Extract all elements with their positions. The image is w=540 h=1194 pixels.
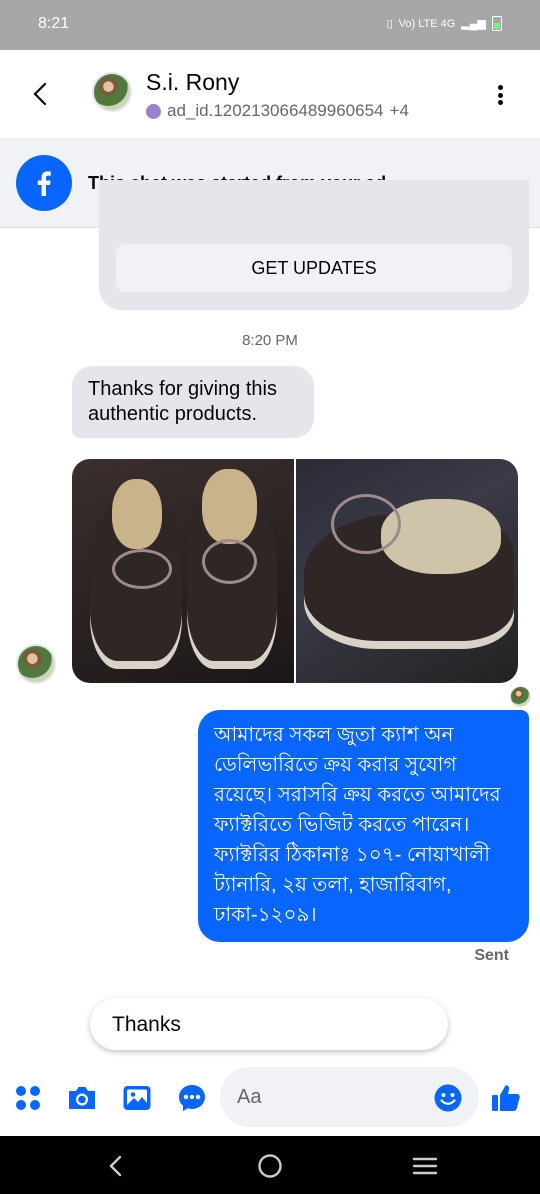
status-time: 8:21 (38, 15, 70, 32)
insole-shape (202, 469, 257, 544)
shoe-photo-2[interactable] (296, 459, 518, 683)
status-icons: ▯ Vo) LTE 4G ▂▄▆ (387, 16, 502, 31)
ad-id: ad_id.120213066489960654 (167, 101, 384, 120)
chat-header: S.i. Rony ad_id.120213066489960654 +4 (0, 50, 540, 138)
sent-status: Sent (474, 947, 509, 964)
message-composer: Aa (0, 1064, 540, 1134)
back-arrow-icon[interactable] (26, 78, 54, 110)
status-bar: 8:21 ▯ Vo) LTE 4G ▂▄▆ (0, 0, 540, 50)
signal-icon: ▂▄▆ (461, 18, 486, 30)
vibrate-icon: ▯ (386, 18, 393, 30)
nav-back-icon[interactable] (100, 1151, 130, 1181)
nav-home-icon[interactable] (255, 1151, 285, 1181)
ad-id-line[interactable]: ad_id.120213066489960654 +4 (146, 101, 409, 121)
system-nav-bar (0, 1136, 540, 1194)
battery-icon (492, 16, 502, 31)
read-receipt-avatar (510, 686, 531, 707)
more-options-icon[interactable] (490, 83, 510, 107)
ad-extra-count: +4 (389, 101, 409, 120)
photo-attachments (72, 459, 518, 683)
updates-card: GET UPDATES (99, 180, 529, 310)
grid-menu-icon[interactable] (12, 1082, 44, 1114)
camera-icon[interactable] (66, 1082, 98, 1114)
insole-shape (381, 499, 501, 574)
sender-avatar[interactable] (16, 644, 56, 684)
insole-shape (112, 479, 162, 549)
lace-shape (331, 494, 401, 554)
outgoing-message[interactable]: আমাদের সকল জুতা ক্যাশ অন ডেলিভারিতে ক্রয… (198, 710, 529, 942)
gallery-icon[interactable] (121, 1082, 153, 1114)
lace-shape (112, 549, 172, 589)
message-timestamp: 8:20 PM (242, 332, 298, 349)
quick-reply-thanks[interactable]: Thanks (90, 998, 448, 1050)
thumbs-up-icon[interactable] (490, 1082, 522, 1114)
facebook-logo-icon (16, 155, 72, 211)
lace-shape (202, 539, 257, 584)
contact-avatar[interactable] (92, 72, 132, 112)
nav-recents-icon[interactable] (410, 1151, 440, 1181)
shoe-photo-1[interactable] (72, 459, 294, 683)
network-label: Vo) LTE 4G (398, 17, 456, 30)
get-updates-button[interactable]: GET UPDATES (116, 244, 512, 292)
chat-bubble-icon[interactable] (176, 1082, 208, 1114)
contact-name[interactable]: S.i. Rony (146, 69, 239, 96)
ad-dot-icon (146, 103, 161, 119)
emoji-icon[interactable] (432, 1082, 464, 1114)
incoming-message[interactable]: Thanks for giving this authentic product… (72, 366, 314, 438)
